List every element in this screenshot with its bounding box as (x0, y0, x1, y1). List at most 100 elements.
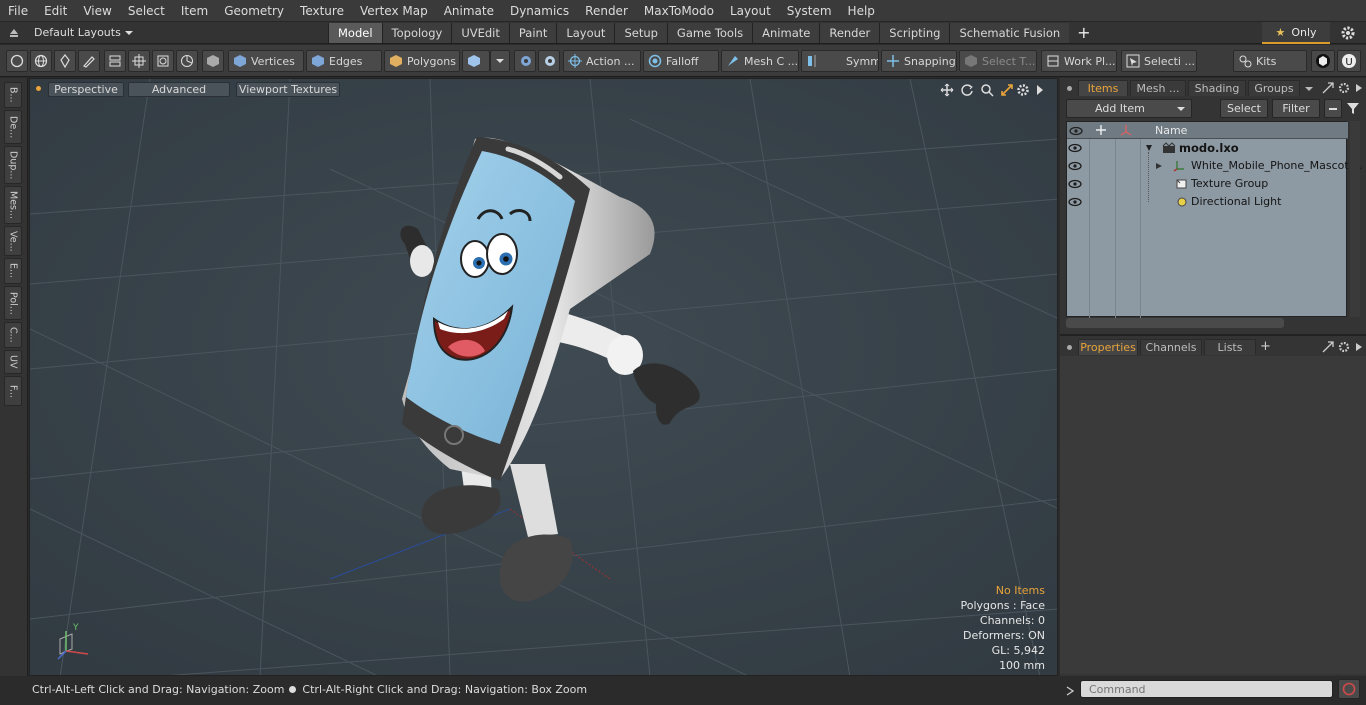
3d-viewport[interactable]: Perspective Advanced Viewport Textures Y… (29, 78, 1058, 676)
falloff-button[interactable]: Falloff (643, 50, 719, 72)
vertices-button[interactable]: Vertices (228, 50, 304, 72)
add-tab-button[interactable]: + (1077, 23, 1090, 42)
center-button[interactable] (128, 50, 150, 72)
snapping-button[interactable]: Snapping (881, 50, 957, 72)
sphere-button[interactable] (30, 50, 52, 72)
command-input[interactable] (1080, 680, 1333, 698)
viewport-menu-arrow-icon[interactable] (1035, 84, 1045, 96)
expand-down-icon[interactable] (1145, 144, 1153, 152)
menu-render[interactable]: Render (577, 4, 636, 18)
add-item-button[interactable]: Add Item (1066, 99, 1192, 118)
item-row-modo-lxo[interactable]: modo.lxo (1066, 139, 1347, 157)
tab-animate[interactable]: Animate (752, 22, 820, 43)
eye-icon[interactable] (1068, 179, 1082, 189)
name-column-header[interactable]: Name (1155, 124, 1187, 137)
tool-tab-fusion[interactable]: F... (4, 376, 22, 406)
tab-layout[interactable]: Layout (556, 22, 615, 43)
symmetry-button[interactable]: Symm ... (801, 50, 879, 72)
gear-icon[interactable] (1340, 25, 1356, 41)
menu-select[interactable]: Select (120, 4, 173, 18)
tool-tab-uv[interactable]: UV (4, 350, 22, 374)
eye-icon[interactable] (1068, 161, 1082, 171)
tab-topology[interactable]: Topology (381, 22, 452, 43)
item-row-mascot-mesh[interactable]: White_Mobile_Phone_Mascot ... (1066, 157, 1363, 175)
funnel-icon[interactable] (1346, 101, 1360, 115)
unreal-button[interactable]: U (1337, 50, 1361, 72)
only-button[interactable]: ★ Only (1262, 22, 1330, 44)
tab-properties[interactable]: Properties (1078, 339, 1138, 355)
chevron-down-icon[interactable] (1304, 84, 1314, 94)
layout-arrow-icon[interactable] (8, 27, 20, 39)
tool-tab-curve[interactable]: C... (4, 322, 22, 348)
item-mode-button[interactable] (202, 50, 224, 72)
render-icon[interactable] (1120, 124, 1132, 136)
viewport-dot-icon[interactable] (36, 86, 41, 91)
eye-icon[interactable] (1068, 197, 1082, 207)
menu-texture[interactable]: Texture (292, 4, 352, 18)
viewport-textures-button[interactable]: Viewport Textures (236, 82, 340, 97)
menu-file[interactable]: File (0, 4, 36, 18)
menu-view[interactable]: View (75, 4, 119, 18)
collapse-button[interactable] (1324, 99, 1342, 118)
props-panel-dot-icon[interactable] (1067, 345, 1072, 350)
menu-vertex-map[interactable]: Vertex Map (352, 4, 436, 18)
rotate-view-icon[interactable] (960, 83, 974, 97)
viewport-scene[interactable] (30, 79, 1058, 676)
advanced-button[interactable]: Advanced (128, 82, 230, 97)
tool-tab-vertex[interactable]: Ve... (4, 226, 22, 256)
viewport-gear-icon[interactable] (1016, 83, 1030, 97)
panel-arrow-icon[interactable] (1355, 83, 1363, 93)
lock-pin-icon[interactable] (1095, 124, 1107, 136)
tab-paint[interactable]: Paint (508, 22, 557, 43)
align-button[interactable] (104, 50, 126, 72)
tab-setup[interactable]: Setup (614, 22, 667, 43)
material-dropdown[interactable] (490, 50, 510, 72)
tab-schematic-fusion[interactable]: Schematic Fusion (949, 22, 1070, 43)
edges-button[interactable]: Edges (306, 50, 382, 72)
tab-scripting[interactable]: Scripting (879, 22, 950, 43)
eye-icon[interactable] (1069, 126, 1083, 136)
items-panel-dot-icon[interactable] (1067, 86, 1072, 91)
menu-help[interactable]: Help (840, 4, 883, 18)
unity-button[interactable] (1311, 50, 1335, 72)
move-view-icon[interactable] (940, 83, 954, 97)
kits-button[interactable]: Kits (1233, 50, 1307, 72)
panel-expand-icon[interactable] (1322, 341, 1334, 353)
tab-render[interactable]: Render (819, 22, 880, 43)
selection-sets-button[interactable]: Selecti ... (1121, 50, 1197, 72)
tool-tab-polygon[interactable]: Pol... (4, 286, 22, 320)
filter-button[interactable]: Filter (1272, 99, 1320, 118)
perspective-button[interactable]: Perspective (48, 82, 124, 97)
item-list-vscrollbar[interactable] (1350, 121, 1360, 317)
circle-select-button[interactable] (6, 50, 28, 72)
select-button[interactable]: Select (1220, 99, 1268, 118)
select-through-button[interactable]: Select T... (959, 50, 1037, 72)
tool-tab-basic[interactable]: B... (4, 82, 22, 108)
tool-tab-mesh-edit[interactable]: Mes... (4, 186, 22, 224)
frame-button[interactable] (152, 50, 174, 72)
menu-edit[interactable]: Edit (36, 4, 75, 18)
soft-select-button[interactable] (514, 50, 536, 72)
menu-system[interactable]: System (779, 4, 840, 18)
menu-item[interactable]: Item (173, 4, 216, 18)
tab-items[interactable]: Items (1078, 80, 1128, 96)
tab-mesh[interactable]: Mesh ... (1130, 80, 1186, 96)
zoom-view-icon[interactable] (980, 83, 994, 97)
tab-game-tools[interactable]: Game Tools (666, 22, 753, 43)
add-panel-tab-button[interactable]: + (1260, 339, 1271, 354)
panel-arrow-icon[interactable] (1355, 342, 1363, 352)
item-list-hscrollbar[interactable] (1066, 318, 1284, 328)
panel-gear-icon[interactable] (1338, 82, 1350, 94)
layouts-dropdown[interactable]: Default Layouts (0, 22, 328, 44)
work-plane-button[interactable]: Work Pl... (1041, 50, 1117, 72)
sym-select-button[interactable] (538, 50, 560, 72)
tab-channels[interactable]: Channels (1140, 339, 1202, 355)
brush-button[interactable] (78, 50, 100, 72)
rotate-button[interactable] (176, 50, 198, 72)
tool-tab-duplicate[interactable]: Dup... (4, 146, 22, 184)
eye-icon[interactable] (1068, 143, 1082, 153)
menu-dynamics[interactable]: Dynamics (502, 4, 577, 18)
tab-model[interactable]: Model (328, 22, 382, 43)
expand-right-icon[interactable] (1155, 162, 1163, 170)
tab-shading[interactable]: Shading (1188, 80, 1246, 96)
